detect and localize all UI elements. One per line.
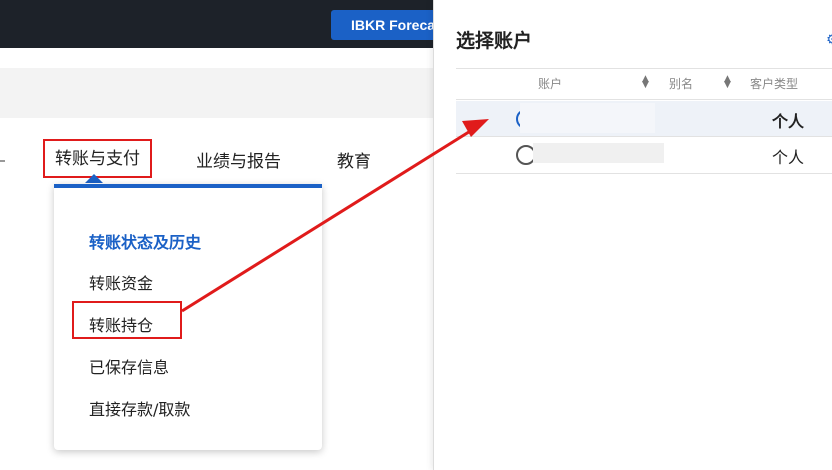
annotation-arrow-line — [181, 128, 473, 313]
annotation-arrow — [181, 119, 489, 313]
